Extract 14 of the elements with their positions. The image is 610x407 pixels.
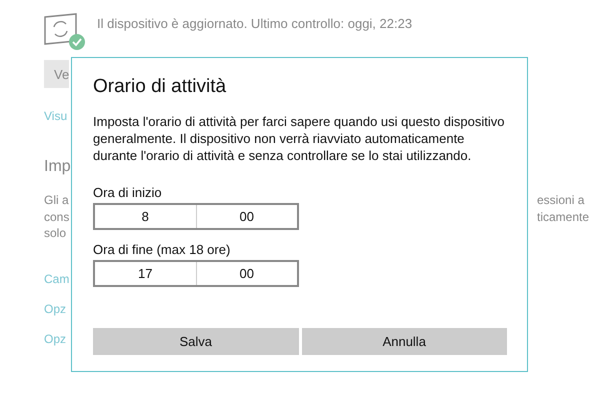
section-heading: Imp	[44, 158, 71, 176]
field-label: Ora di inizio	[93, 185, 163, 200]
update-icon	[44, 13, 86, 51]
paragraph-text: ticamente	[537, 208, 590, 225]
paragraph-text: Gli a	[44, 192, 69, 208]
save-button[interactable]: Salva	[93, 328, 298, 355]
paragraph-text: essioni a	[537, 192, 584, 208]
dialog-title: Orario di attività	[93, 76, 228, 98]
cancel-button[interactable]: Annulla	[302, 328, 507, 355]
paragraph-text: cons	[44, 208, 70, 225]
dialog-description: Imposta l'orario di attività per farci sapere quando usi questo dispositivo generalmente. Il dispositivo non verrà riavviato automaticamente durante l'orario di attività e senza controllare se lo stai utilizzando.	[93, 113, 506, 164]
paragraph-text: solo	[44, 225, 66, 242]
status-message: Il dispositivo è aggiornato. Ultimo controllo: oggi, 22:23	[97, 16, 412, 31]
field-label: Ora di fine (max 18 ore)	[93, 242, 232, 257]
